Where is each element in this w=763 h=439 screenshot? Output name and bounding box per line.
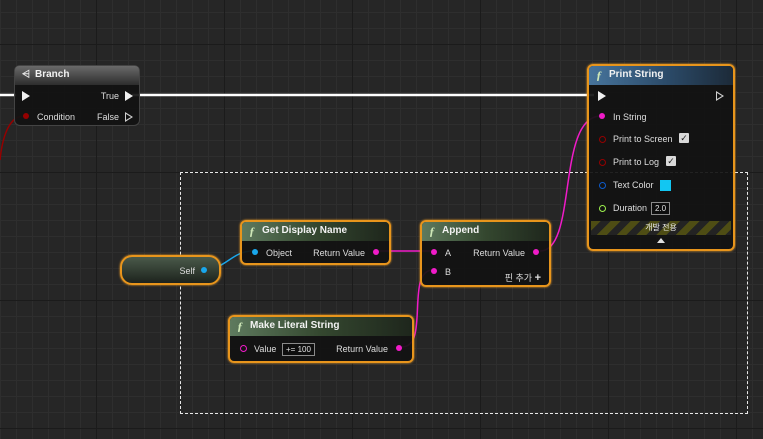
branch-node-header[interactable]: ⩤ Branch xyxy=(15,66,139,85)
add-pin-button[interactable]: 핀 추가 + xyxy=(505,271,541,284)
branch-false-pin[interactable] xyxy=(125,112,133,122)
literal-return-value-pin[interactable] xyxy=(396,345,402,351)
print-to-log-pin[interactable] xyxy=(599,159,606,166)
value-input[interactable]: += 100 xyxy=(282,343,315,356)
print-to-log-checkbox[interactable]: ✓ xyxy=(666,156,676,166)
branch-true-pin-label: True xyxy=(100,91,119,101)
get-display-name-title: Get Display Name xyxy=(262,225,348,236)
make-literal-string-header[interactable]: ƒ Make Literal String xyxy=(230,317,412,336)
duration-label: Duration xyxy=(613,203,648,213)
print-string-node-header[interactable]: ƒ Print String xyxy=(589,66,733,85)
self-pin[interactable] xyxy=(201,267,207,273)
development-only-label: 개발 전용 xyxy=(645,223,677,232)
print-to-screen-checkbox[interactable]: ✓ xyxy=(679,133,689,143)
value-label: Value xyxy=(254,344,277,354)
append-header[interactable]: ƒ Append xyxy=(422,222,549,241)
in-string-label: In String xyxy=(613,112,647,122)
duration-input[interactable]: 2.0 xyxy=(651,202,671,215)
literal-return-value-label: Return Value xyxy=(336,344,388,354)
branch-condition-label: Condition xyxy=(37,112,76,122)
text-color-label: Text Color xyxy=(613,180,654,190)
function-icon: ƒ xyxy=(596,68,602,82)
print-string-node[interactable]: ƒ Print String In String Print to Screen… xyxy=(587,64,735,251)
return-value-pin[interactable] xyxy=(373,249,379,255)
text-color-pin[interactable] xyxy=(599,182,606,189)
append-b-label: B xyxy=(445,267,452,277)
print-to-screen-pin[interactable] xyxy=(599,136,606,143)
get-display-name-header[interactable]: ƒ Get Display Name xyxy=(242,222,389,241)
add-pin-label: 핀 추가 xyxy=(504,273,533,283)
return-value-label: Return Value xyxy=(313,248,365,258)
plus-icon: + xyxy=(534,272,541,284)
append-title: Append xyxy=(442,225,480,236)
append-return-value-label: Return Value xyxy=(473,248,525,258)
print-string-title: Print String xyxy=(609,69,664,80)
function-icon: ƒ xyxy=(237,319,243,333)
print-string-exec-out-pin[interactable] xyxy=(716,91,724,101)
branch-true-pin[interactable] xyxy=(125,91,133,101)
get-display-name-node[interactable]: ƒ Get Display Name Object Return Value xyxy=(240,220,391,265)
append-return-value-pin[interactable] xyxy=(533,249,539,255)
append-node[interactable]: ƒ Append A Return Value B 핀 추가 + xyxy=(420,220,551,287)
advanced-display-toggle[interactable] xyxy=(657,238,665,243)
duration-pin[interactable] xyxy=(599,205,606,212)
development-only-banner: 개발 전용 xyxy=(591,221,731,235)
make-literal-string-node[interactable]: ƒ Make Literal String Value += 100 Retur… xyxy=(228,315,414,363)
function-icon: ƒ xyxy=(249,224,255,238)
text-color-swatch[interactable] xyxy=(660,180,671,191)
branch-node[interactable]: ⩤ Branch True Condition False xyxy=(14,65,140,126)
append-a-pin[interactable] xyxy=(431,249,437,255)
in-string-pin[interactable] xyxy=(599,113,605,119)
value-pin[interactable] xyxy=(240,345,247,352)
self-node[interactable]: Self xyxy=(120,255,221,285)
object-pin-label: Object xyxy=(266,248,293,258)
function-icon: ƒ xyxy=(429,224,435,238)
append-a-label: A xyxy=(445,248,452,258)
branch-icon: ⩤ xyxy=(22,69,30,80)
print-string-exec-in-pin[interactable] xyxy=(598,91,606,101)
branch-node-title: Branch xyxy=(35,69,70,80)
branch-condition-pin[interactable] xyxy=(23,113,29,119)
object-pin[interactable] xyxy=(252,249,258,255)
branch-exec-in-pin[interactable] xyxy=(22,91,30,101)
make-literal-string-title: Make Literal String xyxy=(250,320,340,331)
self-label: Self xyxy=(179,266,195,276)
append-b-pin[interactable] xyxy=(431,268,437,274)
branch-false-pin-label: False xyxy=(96,112,119,122)
print-to-log-label: Print to Log xyxy=(613,157,660,167)
print-to-screen-label: Print to Screen xyxy=(613,134,673,144)
